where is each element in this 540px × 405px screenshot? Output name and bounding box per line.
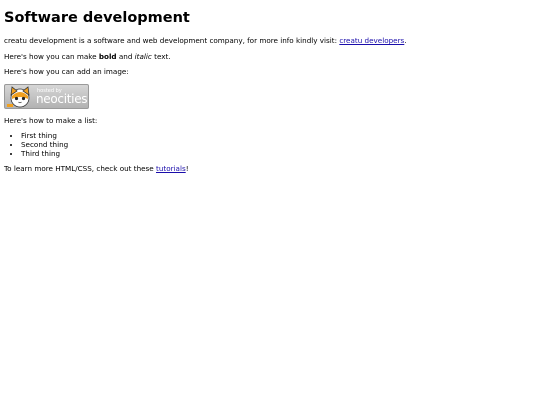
list-item: Third thing <box>21 149 536 158</box>
list-intro: Here's how to make a list: <box>4 115 98 125</box>
intro-suffix: . <box>404 36 407 45</box>
page: Software development creatu development … <box>0 0 540 185</box>
list-item: Second thing <box>21 140 536 149</box>
hosted-by-neocities-badge: hosted by neocities <box>4 83 89 109</box>
list-item: First thing <box>21 131 536 140</box>
page-title: Software development <box>4 10 190 26</box>
creatu-developers-link[interactable]: creatu developers <box>339 36 404 45</box>
formatting-paragraph: Here's how you can make bold and italic … <box>4 52 536 61</box>
bold-text: bold <box>98 51 117 61</box>
image-intro: Here's how you can add an image: <box>4 67 129 76</box>
things-list: First thing Second thing Third thing <box>4 131 536 158</box>
formatting-prefix: Here's how you can make <box>4 51 99 61</box>
outro-suffix: ! <box>185 164 189 173</box>
formatting-suffix: text. <box>151 51 171 61</box>
badge-brand-text: neocities <box>36 91 88 106</box>
tutorials-link[interactable]: tutorials <box>156 164 186 173</box>
formatting-middle: and <box>116 51 135 61</box>
intro-text: creatu development is a software and web… <box>4 36 340 45</box>
intro-paragraph: creatu development is a software and web… <box>4 36 536 45</box>
neocities-cat-icon <box>7 85 30 107</box>
italic-text: italic <box>134 51 152 61</box>
outro-paragraph: To learn more HTML/CSS, check out these … <box>4 164 536 173</box>
outro-prefix: To learn more HTML/CSS, check out these <box>4 164 157 173</box>
